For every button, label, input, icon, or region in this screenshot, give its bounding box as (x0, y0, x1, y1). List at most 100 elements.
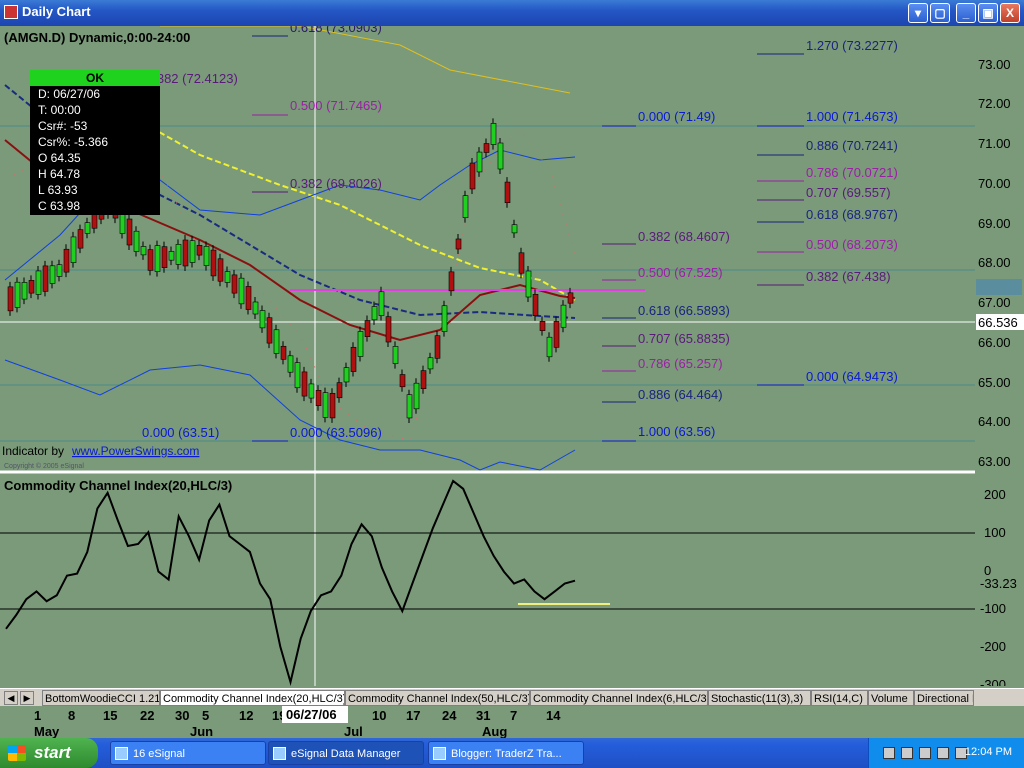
candle-body (175, 244, 182, 265)
tab-volume[interactable]: Volume (868, 690, 914, 706)
candle-body (441, 305, 448, 332)
window-menu-button[interactable]: ▾ (908, 3, 928, 23)
candle-body (168, 251, 175, 261)
tray-network-icon[interactable] (901, 747, 913, 759)
candle-body (462, 195, 469, 218)
date-tick: 5 (202, 708, 209, 723)
candle-body (336, 382, 343, 399)
price-tick: 72.00 (978, 96, 1011, 111)
fib-label: 0.618 (73.0903) (290, 26, 382, 35)
candle-body (448, 271, 455, 292)
fib-label: 0.382 (67.438) (806, 269, 891, 284)
fib-label: 0.618 (66.5893) (638, 303, 730, 318)
candle-body (7, 286, 14, 312)
date-tick: 12 (239, 708, 253, 723)
task-data-manager[interactable]: eSignal Data Manager (268, 741, 424, 765)
tray-security-icon[interactable] (937, 747, 949, 759)
candle-body (434, 335, 441, 359)
date-tick: 14 (546, 708, 561, 723)
tab-rsi[interactable]: RSI(14,C) (811, 690, 868, 706)
candle-body (483, 143, 490, 153)
tab-cci-20[interactable]: Commodity Channel Index(20,HLC/3) (160, 690, 345, 706)
tab-cci-50[interactable]: Commodity Channel Index(50,HLC/3) (345, 690, 530, 706)
candle-body (525, 270, 532, 298)
month-label: Jul (344, 724, 363, 738)
candle-body (427, 357, 434, 370)
cci-tick: 200 (984, 487, 1006, 502)
date-tick: 7 (510, 708, 517, 723)
tab-bottomwoodiecci[interactable]: BottomWoodieCCI 1.21 (42, 690, 160, 706)
app-icon (4, 5, 18, 19)
candle-body (77, 229, 84, 249)
tab-cci-6[interactable]: Commodity Channel Index(6,HLC/3) (530, 690, 708, 706)
info-close: C 63.98 (38, 199, 81, 213)
price-tick: 73.00 (978, 57, 1011, 72)
candle-body (252, 301, 259, 315)
candle-body (133, 230, 140, 252)
fib-label: 0.886 (64.464) (638, 387, 723, 402)
cursor-value-label: 66.536 (978, 315, 1018, 330)
info-ok-badge: OK (30, 70, 160, 86)
price-tick: 66.00 (978, 335, 1011, 350)
date-tick: 17 (406, 708, 420, 723)
price-tick: 71.00 (978, 136, 1011, 151)
candle-body (350, 346, 357, 372)
month-label: Jun (190, 724, 213, 738)
candle-body (203, 246, 210, 266)
info-open: O 64.35 (38, 151, 81, 165)
minimize-button[interactable]: _ (956, 3, 976, 23)
candle-body (399, 374, 406, 388)
candle-body (28, 280, 35, 294)
candle-body (294, 362, 301, 389)
price-tick: 69.00 (978, 216, 1011, 231)
task-label: eSignal Data Manager (291, 748, 401, 760)
task-blogger[interactable]: Blogger: TraderZ Tra... (428, 741, 584, 765)
cursor-info-box: OK D: 06/27/06 T: 00:00 Csr#: -53 Csr%: … (30, 70, 160, 215)
tray-help-icon[interactable] (883, 747, 895, 759)
candle-body (35, 270, 42, 295)
candle-body (322, 392, 329, 418)
date-tick: 30 (175, 708, 189, 723)
candle-body (385, 316, 392, 343)
tab-scroll-right-icon[interactable]: ▶ (20, 691, 34, 705)
study-tabs-bar: ◀ ▶ BottomWoodieCCI 1.21 Commodity Chann… (0, 688, 1024, 706)
candle-body (329, 392, 336, 419)
candle-body (182, 239, 189, 267)
fib-label: 0.500 (67.525) (638, 265, 723, 280)
browser-icon (433, 747, 446, 760)
candle-body (42, 265, 49, 292)
task-label: 16 eSignal (133, 748, 185, 760)
candle-body (217, 258, 224, 282)
candle-body (371, 306, 378, 321)
fib-label: 0.786 (65.257) (638, 356, 723, 371)
tray-printer-icon[interactable] (919, 747, 931, 759)
candle-body (476, 151, 483, 173)
start-button[interactable]: start (0, 738, 98, 768)
fib-label: 0.000 (63.5096) (290, 425, 382, 440)
candle-body (224, 271, 231, 283)
link-button[interactable]: ▢ (930, 3, 950, 23)
fib-label: 0.382 (68.4607) (638, 229, 730, 244)
restore-button[interactable]: ▣ (978, 3, 998, 23)
candle-body (413, 382, 420, 410)
candle-body (364, 320, 371, 337)
powerswings-link[interactable]: www.PowerSwings.com (71, 444, 199, 458)
chart-area[interactable]: 0.618 (73.0903) 0.382 (72.4123) 0.500 (7… (0, 20, 1024, 692)
window-titlebar[interactable]: Daily Chart ▾ ▢ _ ▣ X (0, 0, 1024, 26)
price-tick: 68.00 (978, 255, 1011, 270)
tab-stochastic[interactable]: Stochastic(11(3),3) (708, 690, 811, 706)
info-time: T: 00:00 (38, 103, 81, 117)
tab-directional[interactable]: Directional M (914, 690, 974, 706)
date-axis[interactable]: 1 8 15 22 30 5 12 19 3 10 17 24 31 7 14 … (0, 706, 1024, 738)
data-manager-icon (273, 747, 286, 760)
candle-body (378, 291, 385, 316)
symbol-header: (AMGN.D) Dynamic,0:00-24:00 (4, 30, 190, 45)
candle-body (406, 394, 413, 419)
task-esignal[interactable]: 16 eSignal (110, 741, 266, 765)
cci-tick: 100 (984, 525, 1006, 540)
cci-current-value: -33.23 (980, 576, 1017, 591)
candle-body (469, 162, 476, 190)
close-button[interactable]: X (1000, 3, 1020, 23)
tab-scroll-left-icon[interactable]: ◀ (4, 691, 18, 705)
candle-body (280, 345, 287, 360)
